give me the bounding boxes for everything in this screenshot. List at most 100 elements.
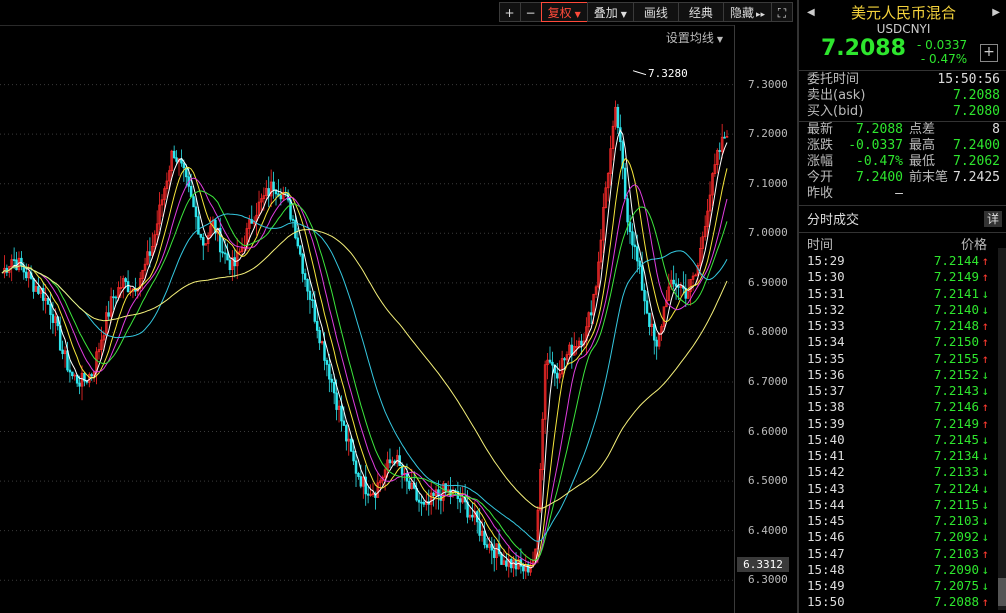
candle-body — [223, 252, 227, 255]
price-tick-label: 7.3000 — [748, 77, 788, 91]
candle-body — [199, 233, 203, 238]
trade-time: 15:30 — [807, 269, 845, 285]
candle-body — [398, 455, 401, 467]
candle-body — [272, 181, 275, 191]
add-watchlist-button[interactable]: + — [980, 44, 998, 62]
candle-body — [345, 425, 348, 442]
candle-body — [522, 565, 525, 572]
trades-detail-button[interactable]: 详 — [984, 211, 1002, 227]
spread-value: 8 — [992, 122, 1000, 137]
price-tick-label: 6.6000 — [748, 424, 788, 438]
candlestick-plot[interactable] — [0, 0, 735, 613]
candle-body — [175, 157, 178, 162]
candle-body — [623, 167, 627, 200]
candle-body — [556, 372, 559, 379]
trade-price: 7.2075 — [933, 578, 979, 593]
trades-scrollbar[interactable] — [998, 248, 1006, 610]
latest-label: 最新 — [807, 122, 834, 137]
candle-body — [318, 330, 321, 344]
trade-price: 7.2155 — [933, 350, 979, 366]
trade-time: 15:47 — [807, 545, 845, 561]
arrow-down-icon: ↓ — [981, 497, 989, 512]
trade-time: 15:37 — [807, 383, 845, 398]
ma15-line — [1, 177, 728, 565]
candle-body — [194, 206, 198, 218]
candle-body — [306, 279, 309, 292]
current-price-marker: 6.3312 — [737, 556, 789, 572]
trade-row: 15:43 7.2124 ↓ — [807, 481, 989, 497]
trade-row: 15:50 7.2088 ↑ — [807, 594, 989, 610]
trade-row: 15:30 7.2149 ↑ — [807, 269, 989, 285]
candle-body — [548, 359, 552, 363]
arrow-up-icon: ↑ — [981, 400, 989, 415]
scroll-thumb[interactable] — [998, 578, 1006, 606]
trade-price: 7.2092 — [933, 529, 979, 545]
trade-price: 7.2090 — [933, 561, 979, 577]
arrow-down-icon: ↓ — [981, 514, 989, 528]
order-time-row: 委托时间 15:50:56 — [807, 72, 1000, 88]
quote-open: 今开 7.2400 — [807, 170, 903, 186]
trade-price: 7.2133 — [933, 464, 979, 480]
fullscreen-button[interactable]: ⛶ — [771, 2, 793, 22]
candle-body — [633, 244, 637, 248]
arrow-down-icon: ↓ — [981, 449, 989, 463]
candle-body — [352, 450, 355, 462]
arrow-up-icon: ↑ — [981, 335, 989, 350]
candle-body — [589, 312, 593, 316]
divider — [799, 232, 1006, 233]
trade-time: 15:46 — [807, 529, 845, 545]
order-time-value: 15:50:56 — [937, 72, 1000, 87]
trade-price: 7.2152 — [933, 366, 979, 382]
candle-body — [221, 251, 224, 254]
arrow-up-icon: ↑ — [981, 595, 989, 610]
candle-body — [417, 499, 421, 503]
candle-body — [652, 323, 656, 341]
trade-row: 15:42 7.2133 ↓ — [807, 464, 989, 480]
trade-time: 15:48 — [807, 561, 845, 577]
trade-time: 15:33 — [807, 318, 845, 333]
change-value: - 0.0337 — [917, 38, 968, 52]
candle-body — [330, 378, 334, 383]
candle-body — [279, 195, 283, 200]
trade-row: 15:32 7.2140 ↓ — [807, 302, 989, 318]
kline-chart-panel[interactable]: + − 复权 ▼ 叠加 ▼ 画线 经典 隐藏 ▸▸ ⛶ 设置均线 ▼ 7.3280 7.… — [0, 0, 793, 613]
peak-arrow — [632, 70, 647, 76]
trade-row: 15:38 7.2146 ↑ — [807, 399, 989, 415]
candle-body — [631, 231, 634, 246]
trade-row: 15:37 7.2143 ↓ — [807, 383, 989, 399]
candle-body — [483, 530, 486, 546]
peak-price-label: 7.3280 — [648, 66, 688, 80]
change-percent: - 0.47% — [920, 52, 968, 66]
trade-time: 15:31 — [807, 285, 845, 301]
trade-time: 15:39 — [807, 415, 845, 431]
trade-time: 15:43 — [807, 480, 845, 496]
prev-last-label: 前末笔 — [909, 170, 949, 185]
price-tick-label: 7.1000 — [748, 176, 788, 190]
trade-price: 7.2088 — [933, 594, 979, 610]
order-time-label: 委托时间 — [807, 72, 860, 87]
trade-price: 7.2124 — [933, 480, 979, 496]
candle-body — [313, 300, 317, 322]
trade-price: 7.2145 — [933, 431, 979, 447]
candle-body — [354, 460, 358, 474]
bid-value: 7.2080 — [953, 104, 1000, 119]
candle-body — [359, 476, 363, 487]
time-column-header: 时间 — [807, 238, 834, 253]
trade-time: 15:42 — [807, 464, 845, 480]
divider — [799, 70, 1006, 71]
candle-body — [643, 289, 646, 302]
bid-label: 买入(bid) — [807, 104, 864, 119]
candle-body — [645, 300, 649, 314]
candle-body — [478, 521, 481, 536]
quote-latest: 最新 7.2088 — [807, 122, 903, 138]
trade-time: 15:35 — [807, 350, 845, 366]
arrow-down-icon: ↓ — [981, 481, 989, 496]
candle-body — [471, 514, 474, 518]
ask-row: 卖出(ask) 7.2088 — [807, 88, 1000, 104]
trade-time: 15:29 — [807, 253, 845, 268]
arrow-down-icon: ↓ — [981, 384, 989, 398]
next-symbol-icon[interactable]: ▶ — [992, 7, 1000, 18]
candle-body — [114, 296, 118, 299]
ma10-line — [1, 158, 728, 567]
price-axis-line — [734, 25, 735, 613]
